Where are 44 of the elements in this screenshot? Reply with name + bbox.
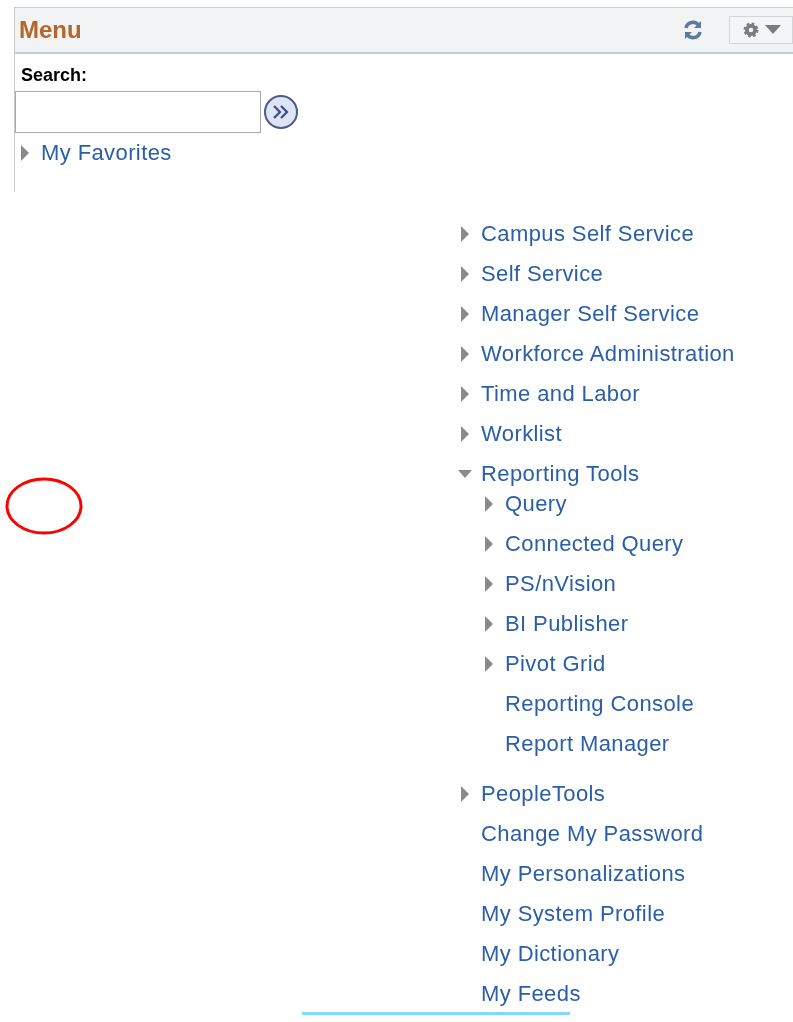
menu-link[interactable]: My Feeds: [481, 983, 581, 1005]
menu-link[interactable]: My Personalizations: [481, 863, 686, 885]
menu-link[interactable]: Workforce Administration: [481, 343, 735, 365]
menu-link[interactable]: Reporting Console: [505, 693, 695, 715]
menu-link[interactable]: Change My Password: [481, 823, 704, 845]
menu-link[interactable]: My Favorites: [41, 141, 172, 164]
menu-link[interactable]: Pivot Grid: [505, 653, 606, 675]
collapsed-arrow-icon[interactable]: [484, 536, 494, 552]
menu-link[interactable]: My Dictionary: [481, 943, 620, 965]
menu-link[interactable]: Campus Self Service: [481, 223, 694, 245]
collapsed-arrow-icon[interactable]: [484, 616, 494, 632]
search-label: Search:: [21, 64, 89, 87]
caret-icon: [764, 25, 781, 35]
menu-link[interactable]: Connected Query: [505, 533, 684, 555]
search-go-button[interactable]: [264, 94, 298, 129]
panel-title: Menu: [19, 15, 82, 45]
menu-link[interactable]: Query: [505, 493, 567, 515]
collapsed-arrow-icon[interactable]: [460, 386, 470, 402]
collapsed-arrow-icon[interactable]: [460, 346, 470, 362]
menu-link[interactable]: Manager Self Service: [481, 303, 700, 325]
menu-link[interactable]: Worklist: [481, 423, 563, 445]
menu-link[interactable]: Time and Labor: [481, 383, 640, 405]
collapsed-arrow-icon[interactable]: [484, 496, 494, 512]
gear-icon: [741, 21, 760, 39]
collapsed-arrow-icon[interactable]: [20, 144, 30, 161]
menu-link[interactable]: Report Manager: [505, 733, 670, 755]
collapsed-arrow-icon[interactable]: [484, 656, 494, 672]
refresh-icon[interactable]: [682, 19, 704, 41]
expanded-arrow-icon[interactable]: [458, 469, 472, 479]
collapsed-arrow-icon[interactable]: [460, 306, 470, 322]
collapsed-arrow-icon[interactable]: [460, 426, 470, 442]
menu-link[interactable]: PeopleTools: [481, 783, 606, 805]
search-field[interactable]: [15, 90, 261, 133]
menu-link[interactable]: Reporting Tools: [481, 463, 640, 485]
menu-link[interactable]: BI Publisher: [505, 613, 629, 635]
menu-link[interactable]: Self Service: [481, 263, 604, 285]
menu-link[interactable]: My System Profile: [481, 903, 666, 925]
menu-link[interactable]: PS/nVision: [505, 573, 617, 595]
collapsed-arrow-icon[interactable]: [484, 576, 494, 592]
collapsed-arrow-icon[interactable]: [460, 226, 470, 242]
double-chevron-icon: [272, 104, 290, 119]
collapsed-arrow-icon[interactable]: [460, 266, 470, 282]
collapsed-arrow-icon[interactable]: [460, 786, 470, 802]
settings-menu-button[interactable]: [729, 16, 793, 44]
